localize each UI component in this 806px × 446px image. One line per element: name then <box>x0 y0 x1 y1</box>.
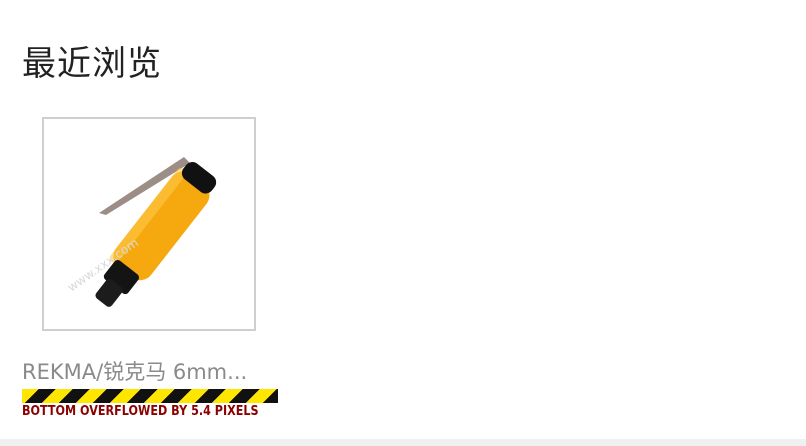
product-name[interactable]: REKMA/锐克马 6mm... <box>22 356 280 386</box>
recently-viewed-title: 最近浏览 <box>22 44 162 84</box>
die-grinder-image: www.xxx.com <box>65 157 217 307</box>
overflow-warning-text: BOTTOM OVERFLOWED BY 5.4 PIXELS <box>22 404 259 419</box>
bottom-divider <box>0 439 806 446</box>
product-thumbnail[interactable]: www.xxx.com <box>42 117 256 331</box>
product-card[interactable]: www.xxx.com REKMA/锐克马 6mm... <box>22 116 280 416</box>
overflow-warning-stripe <box>22 389 278 403</box>
